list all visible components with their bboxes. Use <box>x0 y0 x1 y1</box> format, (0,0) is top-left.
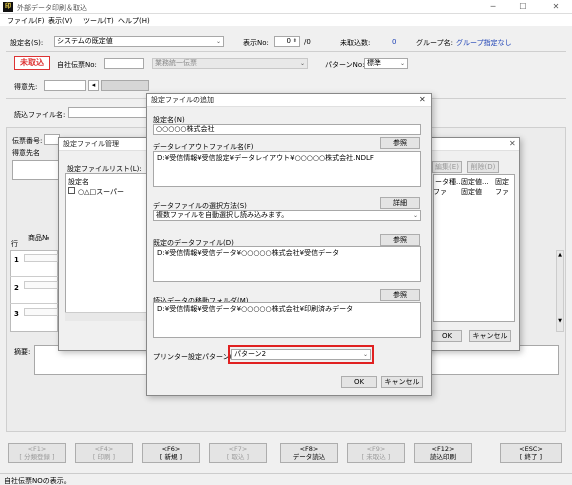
delete-setting-button[interactable]: 削除(D) <box>467 161 499 173</box>
setting-name-input[interactable]: ○○○○○株式会社 <box>153 124 421 135</box>
row-number: 3 <box>14 310 19 318</box>
slip-no-field[interactable] <box>104 58 144 69</box>
pattern-no-combo[interactable]: 標準 ⌄ <box>364 58 408 69</box>
slip-no-label: 自社伝票No: <box>57 61 97 69</box>
pattern-no-label: パターンNo: <box>325 61 365 69</box>
add-ok-button[interactable]: OK <box>341 376 377 388</box>
f9-unimported-button[interactable]: <F9>[ 未取込 ] <box>347 443 405 463</box>
layout-file-input[interactable]: D:¥受信情報¥受信設定¥データレイアウト¥○○○○○株式会社.NDLF <box>153 151 421 187</box>
menu-view[interactable]: 表示(V) <box>48 16 72 26</box>
management-cancel-button[interactable]: キャンセル <box>469 330 511 342</box>
datafile-browse-button[interactable]: 参照 <box>380 234 420 246</box>
column-header-fixed-2: 固定 <box>495 178 509 186</box>
f4-print-button[interactable]: <F4>[ 印刷 ] <box>75 443 133 463</box>
default-datafile-input[interactable]: D:¥受信情報¥受信データ¥○○○○○株式会社¥受信データ <box>153 246 421 282</box>
row-cell[interactable] <box>24 308 58 316</box>
selection-method-combo[interactable]: 複数ファイルを自動選択し読み込みます。 ⌄ <box>153 210 421 221</box>
menu-file[interactable]: ファイル(F) <box>7 16 45 26</box>
grid-scrollbar[interactable]: ▲ ▼ <box>556 250 564 332</box>
product-no-header: 商品№ <box>28 234 50 242</box>
unimported-count: 0 <box>392 38 397 46</box>
remarks-label: 摘要: <box>14 348 31 356</box>
add-cancel-button[interactable]: キャンセル <box>381 376 423 388</box>
column-header-fixed-value: 固定値 <box>461 188 482 196</box>
menu-bar: ファイル(F) 表示(V) ツール(T) ヘルプ(H) <box>0 14 572 26</box>
column-header-data: ータ種... <box>435 178 463 186</box>
move-folder-input[interactable]: D:¥受信情報¥受信データ¥○○○○○株式会社¥印刷済みデータ <box>153 302 421 338</box>
row-divider <box>10 303 58 304</box>
unimported-label: 未取込数: <box>340 39 371 47</box>
detail-button[interactable]: 詳細 <box>380 197 420 209</box>
row-divider <box>10 276 58 277</box>
status-text: 自社伝票NOの表示。 <box>4 477 71 485</box>
customer-name-field <box>101 80 149 91</box>
column-header-file: ファ <box>433 188 447 196</box>
display-no-label: 表示No: <box>243 39 269 47</box>
maximize-icon[interactable]: ☐ <box>512 1 534 13</box>
customer-code-field[interactable] <box>44 80 86 91</box>
business-slip-combo[interactable]: 業務統一伝票 ⌄ <box>152 58 308 69</box>
add-dialog-title: 設定ファイルの追加 <box>147 94 431 107</box>
customer-name-label: 得意先名 <box>12 149 40 157</box>
group-label: グループ名: <box>416 39 453 47</box>
read-file-field[interactable] <box>68 107 148 118</box>
slip-number-label: 伝票番号: <box>12 137 43 145</box>
setting-name-combo[interactable]: システムの既定値 ⌄ <box>54 36 224 47</box>
column-header-file-2: ファ <box>495 188 509 196</box>
management-ok-button[interactable]: OK <box>432 330 462 342</box>
window-title-bar: 印 外部データ印刷＆取込 ─ ☐ ✕ <box>0 0 572 14</box>
column-header-fixed: 固定値... <box>461 178 489 186</box>
f1-category-button[interactable]: <F1>[ 分類登録 ] <box>8 443 66 463</box>
settings-item[interactable]: ○△□スーパー <box>78 187 124 197</box>
f7-import-button[interactable]: <F7>[ 取込 ] <box>209 443 267 463</box>
row-number: 2 <box>14 284 19 292</box>
status-bar: 自社伝票NOの表示。 <box>0 473 572 485</box>
customer-label: 得意先: <box>14 83 38 91</box>
divider <box>6 51 566 52</box>
app-icon: 印 <box>3 2 13 12</box>
row-number: 1 <box>14 256 19 264</box>
f8-data-read-button[interactable]: <F8> データ読込 <box>280 443 338 463</box>
customer-search-button[interactable]: ◂ <box>88 80 99 91</box>
read-file-label: 読込ファイル名: <box>14 111 66 119</box>
display-no-spinner[interactable]: 0 ⬍ <box>274 36 300 47</box>
f6-new-button[interactable]: <F6>[ 新規 ] <box>142 443 200 463</box>
list-hscrollbar[interactable] <box>65 312 147 321</box>
window-title: 外部データ印刷＆取込 <box>17 4 87 12</box>
minimize-icon[interactable]: ─ <box>482 1 504 13</box>
menu-help[interactable]: ヘルプ(H) <box>118 16 150 26</box>
group-value: グループ指定なし <box>456 39 512 47</box>
f12-read-print-button[interactable]: <F12> 読込印刷 <box>414 443 472 463</box>
layout-browse-button[interactable]: 参照 <box>380 137 420 149</box>
row-cell[interactable] <box>24 254 58 262</box>
unimported-status-badge: 未取込 <box>14 56 50 70</box>
display-no-total: /0 <box>304 38 311 46</box>
edit-setting-button[interactable]: 編集(E) <box>432 161 462 173</box>
settings-list-header: 設定名 <box>68 178 89 186</box>
printer-pattern-combo[interactable]: パターン2 ⌄ <box>231 349 371 360</box>
add-dialog-close-icon[interactable]: ✕ <box>419 95 426 104</box>
move-folder-browse-button[interactable]: 参照 <box>380 289 420 301</box>
settings-item-checkbox[interactable] <box>68 187 75 194</box>
close-window-icon[interactable]: ✕ <box>545 1 567 13</box>
row-header: 行 <box>11 240 18 248</box>
esc-exit-button[interactable]: <ESC>[ 終了 ] <box>500 443 562 463</box>
menu-tools[interactable]: ツール(T) <box>83 16 114 26</box>
customer-name-box[interactable] <box>12 160 60 180</box>
management-close-icon[interactable]: ✕ <box>509 139 516 148</box>
setting-name-label: 設定名(S): <box>10 39 44 47</box>
row-cell[interactable] <box>24 281 58 289</box>
